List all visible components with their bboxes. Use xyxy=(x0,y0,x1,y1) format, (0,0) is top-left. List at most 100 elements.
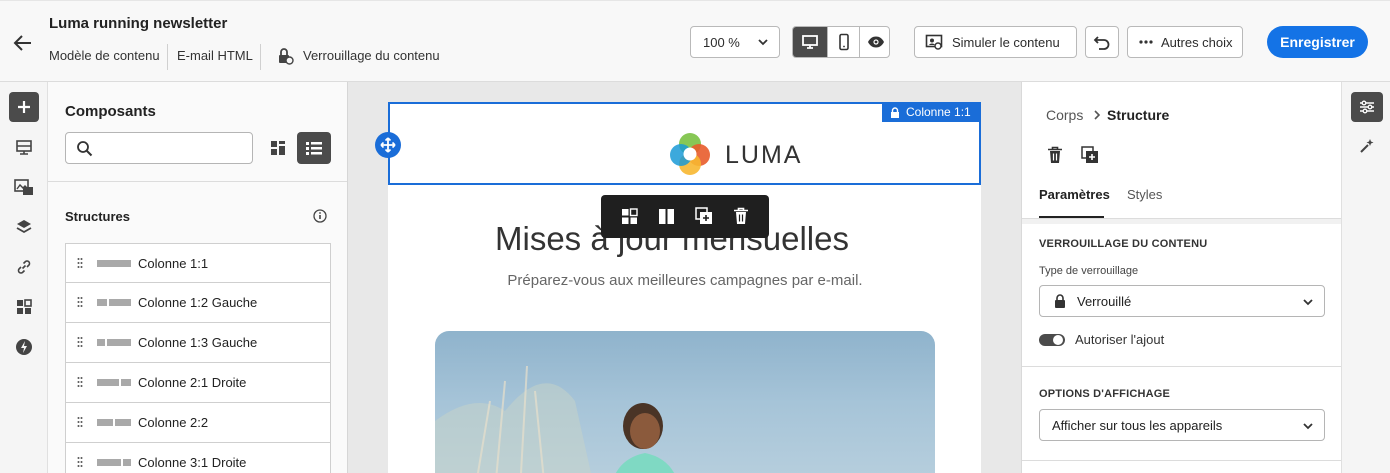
section-separator xyxy=(1022,219,1341,224)
zoom-value: 100 % xyxy=(703,34,740,50)
left-toolbar xyxy=(0,82,48,473)
structure-label: Colonne 3:1 Droite xyxy=(138,455,247,470)
list-view-button[interactable] xyxy=(297,132,331,164)
structure-item[interactable]: Colonne 2:1 Droite xyxy=(65,363,331,403)
eye-icon xyxy=(867,35,885,49)
assets-icon[interactable] xyxy=(9,172,39,202)
divider xyxy=(48,181,347,182)
lightning-icon[interactable] xyxy=(9,332,39,362)
zoom-select[interactable]: 100 % xyxy=(690,26,780,58)
more-icon xyxy=(1139,40,1153,44)
divider xyxy=(1022,460,1341,461)
desktop-icon xyxy=(801,33,819,51)
drag-handle-icon xyxy=(77,336,83,348)
structure-item[interactable]: Colonne 1:3 Gauche xyxy=(65,323,331,363)
duplicate-icon[interactable] xyxy=(1081,146,1099,164)
widgets-icon[interactable] xyxy=(9,292,39,322)
structure-item[interactable]: Colonne 1:1 xyxy=(65,243,331,283)
layout-2-1-icon xyxy=(97,379,131,386)
sliders-icon xyxy=(1359,99,1375,115)
lock-type-select[interactable]: Verrouillé xyxy=(1039,285,1325,317)
save-button[interactable]: Enregistrer xyxy=(1267,26,1368,58)
mobile-view-button[interactable] xyxy=(827,27,859,57)
list-view-icon xyxy=(305,140,323,156)
structure-label: Colonne 2:2 xyxy=(138,415,209,430)
chevron-down-icon xyxy=(1302,296,1314,308)
divider xyxy=(1022,366,1341,367)
layout-2-2-icon xyxy=(97,419,131,426)
more-label: Autres choix xyxy=(1161,34,1233,50)
structure-item[interactable]: Colonne 2:2 xyxy=(65,403,331,443)
mobile-icon xyxy=(837,33,851,51)
lock-type-value: Verrouillé xyxy=(1077,293,1132,309)
section-title: Structures xyxy=(65,209,131,224)
search-field[interactable] xyxy=(65,132,253,164)
info-icon[interactable] xyxy=(313,209,327,223)
undo-button[interactable] xyxy=(1085,26,1119,58)
meta-type: E-mail HTML xyxy=(177,48,253,63)
search-icon xyxy=(76,140,93,157)
toggle-knob xyxy=(1053,335,1063,345)
properties-panel: Corps Structure Paramètres Styles VERROU… xyxy=(1021,82,1341,473)
drag-handle-icon xyxy=(77,296,83,308)
display-options-select[interactable]: Afficher sur tous les appareils xyxy=(1039,409,1325,441)
delete-icon[interactable] xyxy=(1047,146,1063,164)
undo-icon xyxy=(1093,33,1111,51)
search-input[interactable] xyxy=(100,138,248,158)
select-parent-icon[interactable] xyxy=(621,208,638,225)
panel-title: Composants xyxy=(65,103,156,120)
grid-view-icon xyxy=(270,140,286,156)
more-options-button[interactable]: Autres choix xyxy=(1127,26,1243,58)
columns-icon[interactable] xyxy=(658,208,675,225)
breadcrumb-parent[interactable]: Corps xyxy=(1046,107,1083,123)
page-title: Luma running newsletter xyxy=(49,15,228,32)
layout-1-2-icon xyxy=(97,299,131,306)
structure-label: Colonne 2:1 Droite xyxy=(138,375,247,390)
link-icon[interactable] xyxy=(9,252,39,282)
top-bar: Luma running newsletter Modèle de conten… xyxy=(0,0,1390,82)
grid-view-button[interactable] xyxy=(264,132,292,164)
hero-image[interactable] xyxy=(435,331,935,473)
meta-template: Modèle de contenu xyxy=(49,48,160,63)
desktop-view-button[interactable] xyxy=(793,27,827,57)
chevron-down-icon xyxy=(757,36,769,48)
selection-label: Colonne 1:1 xyxy=(906,105,971,119)
email-body: LUMA Colonne 1:1 Mises à jour mensuelles… xyxy=(388,102,981,473)
layers-icon[interactable] xyxy=(9,212,39,242)
magic-wand-icon[interactable] xyxy=(1359,138,1375,154)
settings-button[interactable] xyxy=(1351,92,1383,122)
layout-3-1-icon xyxy=(97,459,131,466)
tab-parametres[interactable]: Paramètres xyxy=(1039,187,1110,202)
structure-item[interactable]: Colonne 3:1 Droite xyxy=(65,443,331,473)
divider xyxy=(260,44,261,70)
right-toolbar xyxy=(1341,82,1390,473)
selection-tag: Colonne 1:1 xyxy=(882,102,981,122)
allow-add-toggle[interactable] xyxy=(1039,334,1065,346)
simulate-icon xyxy=(925,33,943,51)
simulate-label: Simuler le contenu xyxy=(952,34,1060,50)
add-components-icon[interactable] xyxy=(9,92,39,122)
delete-icon[interactable] xyxy=(733,207,749,225)
layout-1-3-icon xyxy=(97,339,131,346)
structure-item[interactable]: Colonne 1:2 Gauche xyxy=(65,283,331,323)
tab-styles[interactable]: Styles xyxy=(1127,187,1162,202)
display-section-title: OPTIONS D'AFFICHAGE xyxy=(1039,388,1171,400)
drag-handle-icon xyxy=(77,257,83,269)
structure-toolbar xyxy=(601,195,769,238)
lock-section-title: VERROUILLAGE DU CONTENU xyxy=(1039,238,1208,250)
move-icon xyxy=(380,137,396,153)
structure-label: Colonne 1:3 Gauche xyxy=(138,335,258,350)
preview-mode-group xyxy=(792,26,890,58)
back-arrow-icon[interactable] xyxy=(12,32,34,54)
simulate-content-button[interactable]: Simuler le contenu xyxy=(914,26,1077,58)
preview-button[interactable] xyxy=(859,27,889,57)
divider xyxy=(167,44,168,70)
luma-logo-icon xyxy=(668,131,712,175)
move-handle[interactable] xyxy=(375,132,401,158)
fragments-icon[interactable] xyxy=(9,132,39,162)
content-lock-link[interactable]: Verrouillage du contenu xyxy=(303,48,440,63)
structure-label: Colonne 1:2 Gauche xyxy=(138,295,258,310)
email-canvas: LUMA Colonne 1:1 Mises à jour mensuelles… xyxy=(348,82,1021,473)
duplicate-icon[interactable] xyxy=(695,207,713,225)
content-lock-icon xyxy=(276,47,294,65)
